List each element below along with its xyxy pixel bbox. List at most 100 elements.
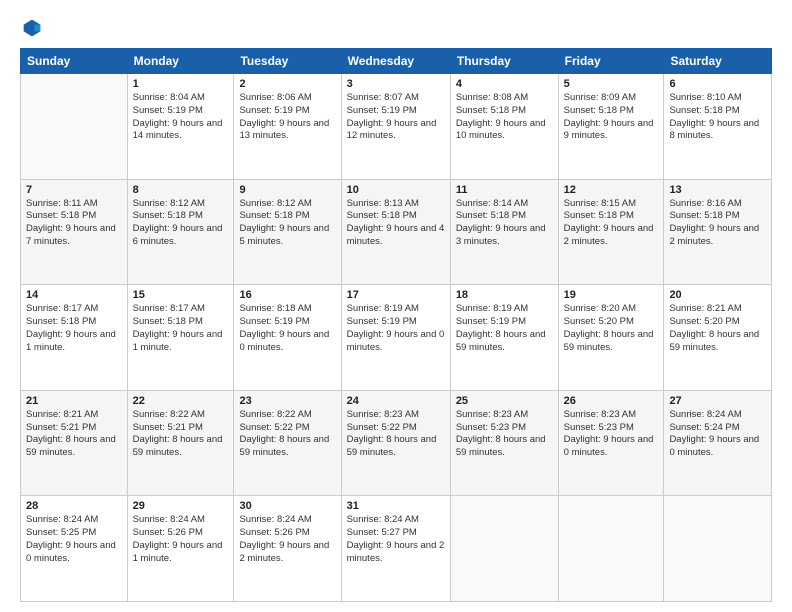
day-info: Sunrise: 8:17 AMSunset: 5:18 PMDaylight:… <box>133 303 229 354</box>
day-info: Sunrise: 8:23 AMSunset: 5:23 PMDaylight:… <box>564 409 659 460</box>
day-number: 25 <box>456 395 553 407</box>
calendar-cell: 10Sunrise: 8:13 AMSunset: 5:18 PMDayligh… <box>341 179 450 285</box>
calendar-cell: 20Sunrise: 8:21 AMSunset: 5:20 PMDayligh… <box>664 285 772 391</box>
week-row-3: 21 Sunrise: 8:21 AMSunset: 5:21 PMDayligh… <box>21 390 772 496</box>
header-row: SundayMondayTuesdayWednesdayThursdayFrid… <box>21 49 772 74</box>
day-number: 21 <box>26 395 122 407</box>
day-info: Sunrise: 8:12 AMSunset: 5:18 PMDaylight:… <box>133 198 229 249</box>
column-header-friday: Friday <box>558 49 664 74</box>
day-number: 14 <box>26 289 122 301</box>
calendar-cell <box>21 74 128 180</box>
calendar-cell: 25 Sunrise: 8:23 AMSunset: 5:23 PMDayligh… <box>450 390 558 496</box>
week-row-4: 28 Sunrise: 8:24 AMSunset: 5:25 PMDayligh… <box>21 496 772 602</box>
week-row-1: 7 Sunrise: 8:11 AMSunset: 5:18 PMDaylight… <box>21 179 772 285</box>
calendar-cell: 28 Sunrise: 8:24 AMSunset: 5:25 PMDayligh… <box>21 496 128 602</box>
calendar-cell: 24Sunrise: 8:23 AMSunset: 5:22 PMDayligh… <box>341 390 450 496</box>
day-number: 6 <box>669 78 766 90</box>
day-number: 12 <box>564 184 659 196</box>
day-info: Sunrise: 8:11 AMSunset: 5:18 PMDaylight:… <box>26 198 122 249</box>
day-info: Sunrise: 8:21 AMSunset: 5:21 PMDaylight:… <box>26 409 122 460</box>
header <box>20 18 772 38</box>
column-header-monday: Monday <box>127 49 234 74</box>
day-info: Sunrise: 8:07 AMSunset: 5:19 PMDaylight:… <box>347 92 445 143</box>
calendar-cell: 14 Sunrise: 8:17 AMSunset: 5:18 PMDayligh… <box>21 285 128 391</box>
calendar-cell <box>450 496 558 602</box>
day-info: Sunrise: 8:22 AMSunset: 5:22 PMDaylight:… <box>239 409 335 460</box>
day-number: 17 <box>347 289 445 301</box>
calendar-cell: 31 Sunrise: 8:24 AMSunset: 5:27 PMDayligh… <box>341 496 450 602</box>
logo-icon <box>22 18 42 38</box>
day-info: Sunrise: 8:19 AMSunset: 5:19 PMDaylight:… <box>456 303 553 354</box>
calendar-cell: 16Sunrise: 8:18 AMSunset: 5:19 PMDayligh… <box>234 285 341 391</box>
calendar-cell <box>664 496 772 602</box>
day-number: 19 <box>564 289 659 301</box>
page: SundayMondayTuesdayWednesdayThursdayFrid… <box>0 0 792 612</box>
day-number: 7 <box>26 184 122 196</box>
calendar-cell: 4 Sunrise: 8:08 AMSunset: 5:18 PMDaylight… <box>450 74 558 180</box>
day-number: 18 <box>456 289 553 301</box>
day-number: 23 <box>239 395 335 407</box>
day-info: Sunrise: 8:15 AMSunset: 5:18 PMDaylight:… <box>564 198 659 249</box>
day-info: Sunrise: 8:09 AMSunset: 5:18 PMDaylight:… <box>564 92 659 143</box>
day-number: 24 <box>347 395 445 407</box>
day-info: Sunrise: 8:19 AMSunset: 5:19 PMDaylight:… <box>347 303 445 354</box>
week-row-0: 1Sunrise: 8:04 AMSunset: 5:19 PMDaylight… <box>21 74 772 180</box>
day-info: Sunrise: 8:24 AMSunset: 5:26 PMDaylight:… <box>133 514 229 565</box>
day-number: 2 <box>239 78 335 90</box>
calendar-cell: 5 Sunrise: 8:09 AMSunset: 5:18 PMDaylight… <box>558 74 664 180</box>
day-info: Sunrise: 8:14 AMSunset: 5:18 PMDaylight:… <box>456 198 553 249</box>
calendar-cell: 22 Sunrise: 8:22 AMSunset: 5:21 PMDayligh… <box>127 390 234 496</box>
day-info: Sunrise: 8:04 AMSunset: 5:19 PMDaylight:… <box>133 92 229 143</box>
logo <box>20 18 42 38</box>
calendar-cell: 8 Sunrise: 8:12 AMSunset: 5:18 PMDaylight… <box>127 179 234 285</box>
column-header-wednesday: Wednesday <box>341 49 450 74</box>
week-row-2: 14 Sunrise: 8:17 AMSunset: 5:18 PMDayligh… <box>21 285 772 391</box>
calendar-table: SundayMondayTuesdayWednesdayThursdayFrid… <box>20 48 772 602</box>
day-info: Sunrise: 8:06 AMSunset: 5:19 PMDaylight:… <box>239 92 335 143</box>
calendar-cell: 3 Sunrise: 8:07 AMSunset: 5:19 PMDaylight… <box>341 74 450 180</box>
day-info: Sunrise: 8:24 AMSunset: 5:27 PMDaylight:… <box>347 514 445 565</box>
column-header-saturday: Saturday <box>664 49 772 74</box>
day-number: 13 <box>669 184 766 196</box>
calendar-cell: 11 Sunrise: 8:14 AMSunset: 5:18 PMDayligh… <box>450 179 558 285</box>
day-number: 9 <box>239 184 335 196</box>
day-info: Sunrise: 8:24 AMSunset: 5:24 PMDaylight:… <box>669 409 766 460</box>
calendar-cell: 30 Sunrise: 8:24 AMSunset: 5:26 PMDayligh… <box>234 496 341 602</box>
calendar-cell: 6 Sunrise: 8:10 AMSunset: 5:18 PMDaylight… <box>664 74 772 180</box>
day-info: Sunrise: 8:10 AMSunset: 5:18 PMDaylight:… <box>669 92 766 143</box>
day-number: 30 <box>239 500 335 512</box>
calendar-cell: 7 Sunrise: 8:11 AMSunset: 5:18 PMDaylight… <box>21 179 128 285</box>
day-info: Sunrise: 8:20 AMSunset: 5:20 PMDaylight:… <box>564 303 659 354</box>
calendar-cell: 12 Sunrise: 8:15 AMSunset: 5:18 PMDayligh… <box>558 179 664 285</box>
calendar-cell: 27 Sunrise: 8:24 AMSunset: 5:24 PMDayligh… <box>664 390 772 496</box>
calendar-cell: 15Sunrise: 8:17 AMSunset: 5:18 PMDayligh… <box>127 285 234 391</box>
calendar-cell: 2 Sunrise: 8:06 AMSunset: 5:19 PMDaylight… <box>234 74 341 180</box>
calendar-cell <box>558 496 664 602</box>
day-info: Sunrise: 8:17 AMSunset: 5:18 PMDaylight:… <box>26 303 122 354</box>
day-number: 4 <box>456 78 553 90</box>
calendar-cell: 23 Sunrise: 8:22 AMSunset: 5:22 PMDayligh… <box>234 390 341 496</box>
day-number: 22 <box>133 395 229 407</box>
day-info: Sunrise: 8:24 AMSunset: 5:25 PMDaylight:… <box>26 514 122 565</box>
day-number: 26 <box>564 395 659 407</box>
day-info: Sunrise: 8:24 AMSunset: 5:26 PMDaylight:… <box>239 514 335 565</box>
day-number: 31 <box>347 500 445 512</box>
day-info: Sunrise: 8:12 AMSunset: 5:18 PMDaylight:… <box>239 198 335 249</box>
calendar-cell: 1Sunrise: 8:04 AMSunset: 5:19 PMDaylight… <box>127 74 234 180</box>
day-info: Sunrise: 8:22 AMSunset: 5:21 PMDaylight:… <box>133 409 229 460</box>
day-number: 5 <box>564 78 659 90</box>
day-number: 28 <box>26 500 122 512</box>
day-info: Sunrise: 8:21 AMSunset: 5:20 PMDaylight:… <box>669 303 766 354</box>
day-number: 11 <box>456 184 553 196</box>
calendar-cell: 29 Sunrise: 8:24 AMSunset: 5:26 PMDayligh… <box>127 496 234 602</box>
day-number: 8 <box>133 184 229 196</box>
day-number: 27 <box>669 395 766 407</box>
calendar-cell: 19 Sunrise: 8:20 AMSunset: 5:20 PMDayligh… <box>558 285 664 391</box>
day-number: 3 <box>347 78 445 90</box>
calendar-cell: 17 Sunrise: 8:19 AMSunset: 5:19 PMDayligh… <box>341 285 450 391</box>
day-number: 29 <box>133 500 229 512</box>
day-info: Sunrise: 8:08 AMSunset: 5:18 PMDaylight:… <box>456 92 553 143</box>
day-info: Sunrise: 8:23 AMSunset: 5:23 PMDaylight:… <box>456 409 553 460</box>
calendar-cell: 18 Sunrise: 8:19 AMSunset: 5:19 PMDayligh… <box>450 285 558 391</box>
calendar-cell: 13Sunrise: 8:16 AMSunset: 5:18 PMDayligh… <box>664 179 772 285</box>
